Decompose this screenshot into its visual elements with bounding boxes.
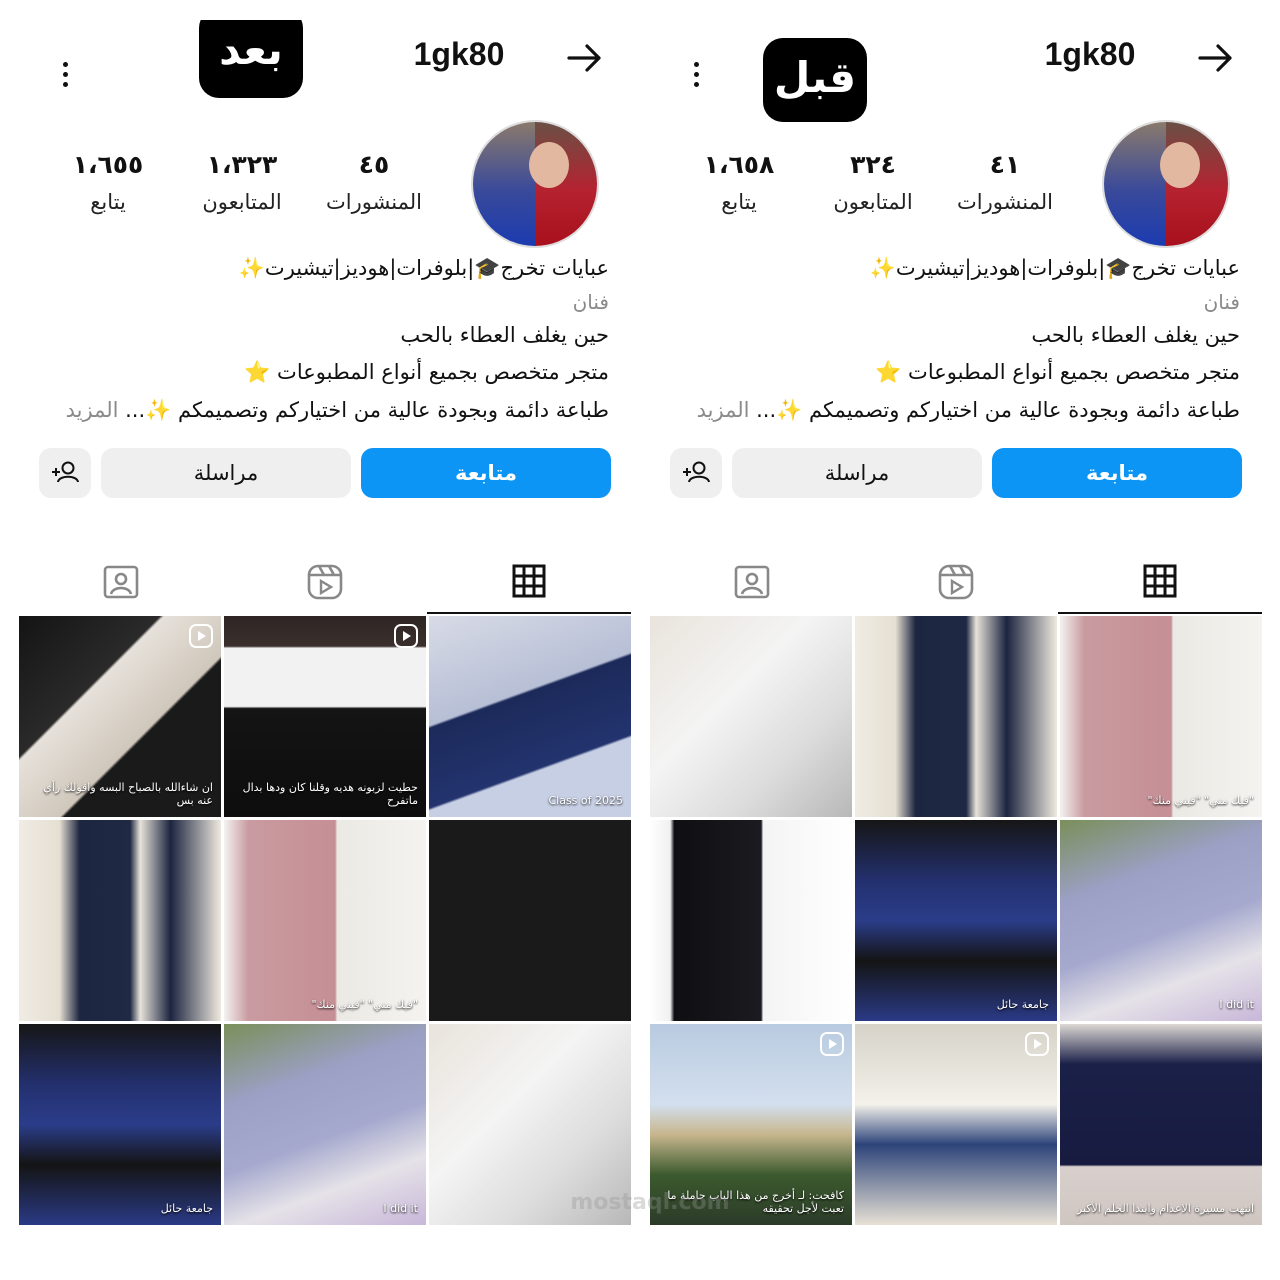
more-options-icon[interactable] xyxy=(59,62,71,94)
post-thumbnail[interactable] xyxy=(855,1024,1057,1225)
bio-title: عبايات تخرج🎓|بلوفرات|هوديز|تيشيرت✨ xyxy=(869,256,1240,280)
post-caption-overlay: جامعة حائل xyxy=(160,1202,213,1215)
bio-category: فنان xyxy=(572,290,609,314)
reel-icon xyxy=(820,1032,844,1056)
stat-followers[interactable]: ١،٣٢٣ المتابعون xyxy=(177,150,307,214)
grid-icon xyxy=(1143,564,1177,598)
bio-line-1: حين يغلف العطاء بالحب xyxy=(400,323,609,347)
back-arrow-icon[interactable] xyxy=(565,40,605,76)
tab-posts-grid[interactable] xyxy=(427,550,631,614)
post-thumbnail[interactable]: "فيك مني" "فيني منك" xyxy=(1060,616,1262,817)
bio-line-3: طباعة دائمة وبجودة عالية من اختياركم وتص… xyxy=(670,398,1240,423)
post-thumbnail[interactable] xyxy=(429,820,631,1021)
add-user-icon xyxy=(683,461,710,483)
followers-label: المتابعون xyxy=(202,190,282,214)
post-thumbnail[interactable]: جامعة حائل xyxy=(19,1024,221,1225)
post-caption-overlay: "فيك مني" "فيني منك" xyxy=(1147,794,1254,807)
profile-avatar[interactable] xyxy=(1102,120,1230,248)
reel-icon xyxy=(189,624,213,648)
post-thumbnail[interactable]: I did it xyxy=(224,1024,426,1225)
tab-reels[interactable] xyxy=(854,550,1058,614)
reel-icon xyxy=(394,624,418,648)
post-thumbnail[interactable] xyxy=(19,820,221,1021)
profile-avatar[interactable] xyxy=(471,120,599,248)
reels-icon xyxy=(938,564,974,600)
tagged-icon xyxy=(103,565,139,599)
bio-more-link[interactable]: المزيد xyxy=(697,398,757,422)
bio-title: عبايات تخرج🎓|بلوفرات|هوديز|تيشيرت✨ xyxy=(238,256,609,280)
post-caption-overlay: ان شاءالله بالصباح البسه واقولك رأي عنه … xyxy=(43,781,213,807)
reels-icon xyxy=(307,564,343,600)
post-caption-overlay: جامعة حائل xyxy=(996,998,1049,1011)
add-user-icon xyxy=(52,461,79,483)
followers-label: المتابعون xyxy=(833,190,913,214)
stat-following[interactable]: ١،٦٥٨ يتابع xyxy=(674,150,804,214)
message-button[interactable]: مراسلة xyxy=(101,448,351,498)
follow-button[interactable]: متابعة xyxy=(992,448,1242,498)
bio-category: فنان xyxy=(1203,290,1240,314)
bio-line-2: متجر متخصص بجميع أنواع المطبوعات ⭐ xyxy=(875,360,1240,384)
tab-reels[interactable] xyxy=(223,550,427,614)
post-thumbnail[interactable]: انتهت مسيرة الاعدام وابتدا الحلم الأكبر xyxy=(1060,1024,1262,1225)
followers-count: ١،٣٢٣ xyxy=(206,150,278,179)
comparison-tag: بعد xyxy=(199,20,303,98)
post-caption-overlay: حطيت لزبونه هديه وقلنا كان ودها بدال مات… xyxy=(242,781,418,807)
post-thumbnail[interactable] xyxy=(650,616,852,817)
bio-line-2: متجر متخصص بجميع أنواع المطبوعات ⭐ xyxy=(244,360,609,384)
bio-line-3-text: طباعة دائمة وبجودة عالية من اختياركم وتص… xyxy=(756,398,1240,422)
posts-label: المنشورات xyxy=(325,190,423,214)
following-label: يتابع xyxy=(721,190,757,214)
post-thumbnail[interactable]: جامعة حائل xyxy=(855,820,1057,1021)
profile-username: 1gk80 xyxy=(1044,36,1136,72)
bio-more-link[interactable]: المزيد xyxy=(66,398,126,422)
tab-posts-grid[interactable] xyxy=(1058,550,1262,614)
post-thumbnail[interactable] xyxy=(855,616,1057,817)
followers-count: ٣٢٤ xyxy=(850,150,896,179)
post-caption-overlay: انتهت مسيرة الاعدام وابتدا الحلم الأكبر xyxy=(1076,1202,1254,1215)
post-thumbnail[interactable]: Class of 2025 xyxy=(429,616,631,817)
profile-username: 1gk80 xyxy=(413,36,505,72)
bio-line-3: طباعة دائمة وبجودة عالية من اختياركم وتص… xyxy=(39,398,609,423)
post-caption-overlay: Class of 2025 xyxy=(548,794,623,807)
following-count: ١،٦٥٨ xyxy=(703,150,775,179)
grid-icon xyxy=(512,564,546,598)
more-options-icon[interactable] xyxy=(690,62,702,94)
post-thumbnail[interactable]: I did it xyxy=(1060,820,1262,1021)
stat-posts[interactable]: ٤١ المنشورات xyxy=(940,150,1070,214)
post-thumbnail[interactable]: ان شاءالله بالصباح البسه واقولك رأي عنه … xyxy=(19,616,221,817)
tagged-icon xyxy=(734,565,770,599)
post-thumbnail[interactable]: حطيت لزبونه هديه وقلنا كان ودها بدال مات… xyxy=(224,616,426,817)
watermark: mostaql.com xyxy=(570,1190,730,1215)
profile-after: بعد 1gk80 ٤٥ المنشورات ١،٣٢٣ المتابعون ١… xyxy=(19,20,631,1242)
bio-line-3-text: طباعة دائمة وبجودة عالية من اختياركم وتص… xyxy=(125,398,609,422)
posts-grid: "فيك مني" "فيني منك" I did it جامعة حائل ان… xyxy=(650,616,1262,1242)
stat-posts[interactable]: ٤٥ المنشورات xyxy=(309,150,439,214)
message-button[interactable]: مراسلة xyxy=(732,448,982,498)
profile-before: قبل 1gk80 ٤١ المنشورات ٣٢٤ المتابعون ١،٦… xyxy=(650,20,1262,1242)
reel-icon xyxy=(1025,1032,1049,1056)
bio-line-1: حين يغلف العطاء بالحب xyxy=(1031,323,1240,347)
post-caption-overlay: "فيك مني" "فيني منك" xyxy=(311,998,418,1011)
post-thumbnail[interactable]: "فيك مني" "فيني منك" xyxy=(224,820,426,1021)
follow-button[interactable]: متابعة xyxy=(361,448,611,498)
tab-tagged[interactable] xyxy=(19,550,223,614)
stat-followers[interactable]: ٣٢٤ المتابعون xyxy=(808,150,938,214)
suggest-user-button[interactable] xyxy=(670,448,722,498)
following-count: ١،٦٥٥ xyxy=(72,150,144,179)
posts-label: المنشورات xyxy=(956,190,1054,214)
post-thumbnail[interactable] xyxy=(650,820,852,1021)
stat-following[interactable]: ١،٦٥٥ يتابع xyxy=(43,150,173,214)
post-caption-overlay: I did it xyxy=(383,1202,418,1215)
following-label: يتابع xyxy=(90,190,126,214)
posts-grid: Class of 2025 حطيت لزبونه هديه وقلنا كان … xyxy=(19,616,631,1242)
tab-tagged[interactable] xyxy=(650,550,854,614)
comparison-tag: قبل xyxy=(763,38,867,122)
posts-count: ٤٥ xyxy=(358,150,390,179)
suggest-user-button[interactable] xyxy=(39,448,91,498)
back-arrow-icon[interactable] xyxy=(1196,40,1236,76)
posts-count: ٤١ xyxy=(989,150,1021,179)
post-caption-overlay: I did it xyxy=(1219,998,1254,1011)
